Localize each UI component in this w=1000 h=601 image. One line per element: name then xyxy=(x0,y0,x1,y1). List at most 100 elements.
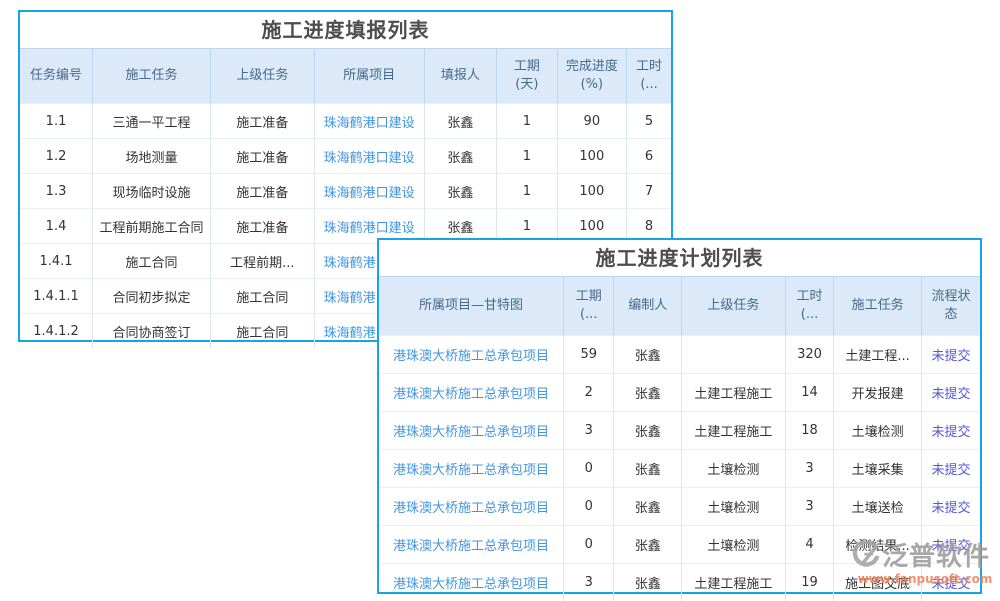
cell-project-gantt: 港珠澳大桥施工总承包项目 xyxy=(379,526,564,564)
project-link[interactable]: 珠海鹤港口建设 xyxy=(324,151,415,166)
cell-status: 未提交 xyxy=(921,412,980,450)
column-header-status: 流程状 态 xyxy=(921,277,980,336)
cell-task: 合同协商签订 xyxy=(93,314,211,349)
watermark: 泛普软件 www.fanpusoft.com xyxy=(852,541,998,586)
cell-compiler: 张鑫 xyxy=(614,488,682,526)
cell-project-gantt: 港珠澳大桥施工总承包项目 xyxy=(379,564,564,601)
status-link[interactable]: 未提交 xyxy=(931,463,970,478)
cell-status: 未提交 xyxy=(921,488,980,526)
cell-duration: 0 xyxy=(564,450,614,488)
column-header-duration: 工期 (... xyxy=(564,277,614,336)
cell-parent-task: 土建工程施工 xyxy=(681,564,785,601)
cell-duration: 1 xyxy=(497,139,557,174)
column-header-task-no: 任务编号 xyxy=(20,49,93,104)
project-link[interactable]: 港珠澳大桥施工总承包项目 xyxy=(393,463,549,478)
project-link[interactable]: 港珠澳大桥施工总承包项目 xyxy=(393,501,549,516)
cell-parent-task: 施工合同 xyxy=(210,279,314,314)
table-row: 1.2场地测量施工准备珠海鹤港口建设张鑫11006 xyxy=(20,139,671,174)
cell-task-no: 1.1 xyxy=(20,104,93,139)
status-link[interactable]: 未提交 xyxy=(931,349,970,364)
cell-project: 珠海鹤港口建设 xyxy=(314,104,424,139)
cell-parent-task: 土壤检测 xyxy=(681,526,785,564)
cell-parent-task: 施工准备 xyxy=(210,104,314,139)
cell-hours: 7 xyxy=(627,174,671,209)
cell-task: 土壤检测 xyxy=(834,412,922,450)
project-link[interactable]: 珠海鹤港口建设 xyxy=(324,186,415,201)
cell-project: 珠海鹤港口建设 xyxy=(314,139,424,174)
project-link[interactable]: 珠海鹤港口建设 xyxy=(324,221,415,236)
cell-task-no: 1.4 xyxy=(20,209,93,244)
cell-compiler: 张鑫 xyxy=(614,412,682,450)
cell-task: 施工合同 xyxy=(93,244,211,279)
column-header-duration: 工期 (天) xyxy=(497,49,557,104)
cell-duration: 0 xyxy=(564,526,614,564)
column-header-task: 施工任务 xyxy=(93,49,211,104)
progress-report-table-title: 施工进度填报列表 xyxy=(20,12,671,48)
table-row: 港珠澳大桥施工总承包项目3张鑫土建工程施工18土壤检测未提交 xyxy=(379,412,980,450)
column-header-hours: 工时 (... xyxy=(627,49,671,104)
cell-parent-task: 土建工程施工 xyxy=(681,374,785,412)
cell-task-no: 1.4.1.1 xyxy=(20,279,93,314)
cell-hours: 5 xyxy=(627,104,671,139)
cell-project: 珠海鹤港口建设 xyxy=(314,174,424,209)
cell-task-no: 1.4.1 xyxy=(20,244,93,279)
cell-task-no: 1.2 xyxy=(20,139,93,174)
cell-compiler: 张鑫 xyxy=(614,564,682,601)
cell-project-gantt: 港珠澳大桥施工总承包项目 xyxy=(379,412,564,450)
cell-hours: 3 xyxy=(785,450,833,488)
column-header-parent-task: 上级任务 xyxy=(681,277,785,336)
status-link[interactable]: 未提交 xyxy=(931,501,970,516)
progress-plan-table-title: 施工进度计划列表 xyxy=(379,240,980,276)
cell-compiler: 张鑫 xyxy=(614,450,682,488)
cell-task: 合同初步拟定 xyxy=(93,279,211,314)
project-link[interactable]: 珠海鹤港口建设 xyxy=(324,116,415,131)
cell-duration: 0 xyxy=(564,488,614,526)
project-link[interactable]: 港珠澳大桥施工总承包项目 xyxy=(393,387,549,402)
column-header-project-gantt: 所属项目—甘特图 xyxy=(379,277,564,336)
cell-task: 土壤采集 xyxy=(834,450,922,488)
cell-reporter: 张鑫 xyxy=(424,104,497,139)
table-row: 1.3现场临时设施施工准备珠海鹤港口建设张鑫11007 xyxy=(20,174,671,209)
project-link[interactable]: 港珠澳大桥施工总承包项目 xyxy=(393,577,549,592)
cell-hours: 14 xyxy=(785,374,833,412)
cell-parent-task: 土建工程施工 xyxy=(681,412,785,450)
cell-parent-task: 施工准备 xyxy=(210,139,314,174)
cell-task: 开发报建 xyxy=(834,374,922,412)
cell-task-no: 1.3 xyxy=(20,174,93,209)
cell-compiler: 张鑫 xyxy=(614,526,682,564)
fanpu-logo-icon xyxy=(852,541,880,573)
cell-hours: 4 xyxy=(785,526,833,564)
project-link[interactable]: 港珠澳大桥施工总承包项目 xyxy=(393,539,549,554)
cell-parent-task: 工程前期... xyxy=(210,244,314,279)
cell-parent-task: 施工准备 xyxy=(210,174,314,209)
cell-project-gantt: 港珠澳大桥施工总承包项目 xyxy=(379,450,564,488)
project-link[interactable]: 港珠澳大桥施工总承包项目 xyxy=(393,349,549,364)
cell-duration: 1 xyxy=(497,104,557,139)
cell-project-gantt: 港珠澳大桥施工总承包项目 xyxy=(379,336,564,374)
table-row: 港珠澳大桥施工总承包项目2张鑫土建工程施工14开发报建未提交 xyxy=(379,374,980,412)
cell-hours: 18 xyxy=(785,412,833,450)
header-row: 任务编号施工任务上级任务所属项目填报人工期 (天)完成进度 (%)工时 (... xyxy=(20,49,671,104)
cell-parent-task xyxy=(681,336,785,374)
status-link[interactable]: 未提交 xyxy=(931,387,970,402)
cell-task: 土壤送检 xyxy=(834,488,922,526)
cell-task: 土建工程... xyxy=(834,336,922,374)
column-header-project: 所属项目 xyxy=(314,49,424,104)
cell-hours: 3 xyxy=(785,488,833,526)
cell-progress: 90 xyxy=(557,104,627,139)
cell-progress: 100 xyxy=(557,139,627,174)
column-header-progress: 完成进度 (%) xyxy=(557,49,627,104)
status-link[interactable]: 未提交 xyxy=(931,425,970,440)
cell-compiler: 张鑫 xyxy=(614,336,682,374)
cell-parent-task: 土壤检测 xyxy=(681,450,785,488)
cell-progress: 100 xyxy=(557,174,627,209)
cell-project-gantt: 港珠澳大桥施工总承包项目 xyxy=(379,488,564,526)
cell-duration: 1 xyxy=(497,174,557,209)
table-row: 港珠澳大桥施工总承包项目59张鑫320土建工程...未提交 xyxy=(379,336,980,374)
project-link[interactable]: 港珠澳大桥施工总承包项目 xyxy=(393,425,549,440)
table-row: 港珠澳大桥施工总承包项目 0张鑫土壤检测3土壤采集未提交 xyxy=(379,450,980,488)
cell-task: 场地测量 xyxy=(93,139,211,174)
watermark-url-text: www.fanpusoft.com xyxy=(852,572,998,586)
column-header-compiler: 编制人 xyxy=(614,277,682,336)
cell-reporter: 张鑫 xyxy=(424,139,497,174)
